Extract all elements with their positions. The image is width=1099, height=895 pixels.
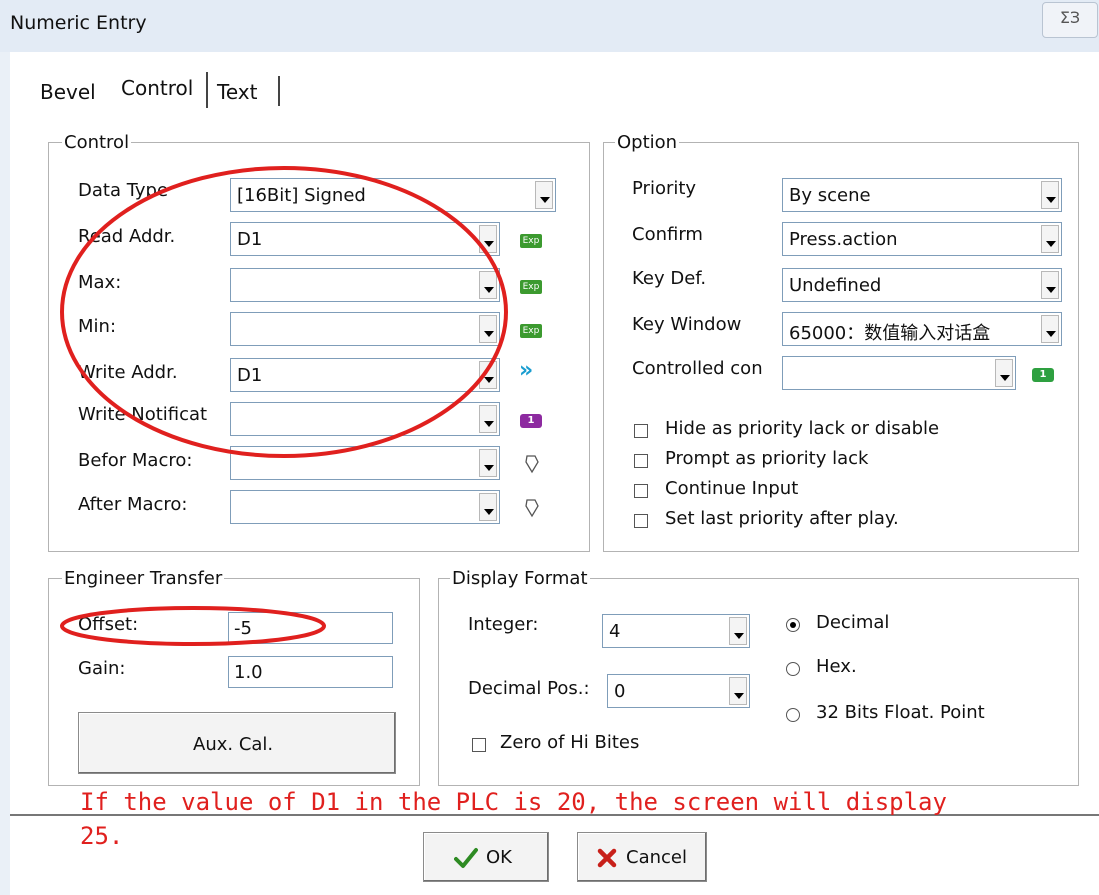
annotation-ellipse-control [60,166,508,458]
dialog-client: Bevel Control Text Control Data Type [16… [10,52,1099,895]
annotation-overlay [60,166,508,646]
title-bar: Numeric Entry ΣЗ [0,0,1099,52]
close-icon: ΣЗ [1059,8,1081,27]
close-button[interactable]: ΣЗ [1042,2,1098,38]
annotation-ellipse-offset [60,606,326,646]
window-title: Numeric Entry [10,12,147,34]
